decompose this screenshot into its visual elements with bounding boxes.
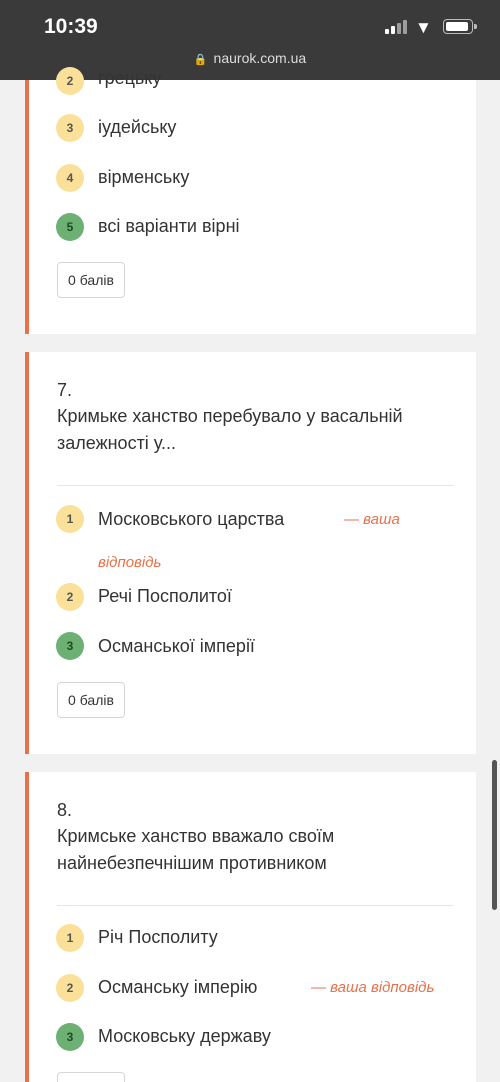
signal-icon bbox=[385, 20, 407, 34]
score-badge: 0 балів bbox=[57, 262, 125, 298]
battery-icon bbox=[443, 19, 477, 34]
option-badge: 2 bbox=[56, 583, 84, 611]
option-text: іудейську bbox=[98, 117, 177, 137]
wifi-icon: ▼ bbox=[415, 18, 432, 37]
score-badge: 0 балів bbox=[57, 682, 125, 718]
lock-icon: 🔒 bbox=[193, 54, 208, 66]
question-number: 8. bbox=[57, 800, 73, 820]
option-text: всі варіанти вірні bbox=[98, 216, 240, 236]
option-badge: 1 bbox=[56, 505, 84, 533]
option-text: грецьку bbox=[98, 68, 162, 88]
question-number: 7. bbox=[57, 380, 73, 400]
divider bbox=[57, 905, 454, 906]
scrollbar[interactable] bbox=[492, 760, 497, 910]
question-card-7: 7. Кримьке ханство перебувало у васальні… bbox=[25, 352, 476, 754]
option-text: Московського царства bbox=[98, 509, 285, 529]
your-answer-label: — ваша bbox=[344, 511, 400, 528]
question-text: Кримьке ханство перебувало у васальній з… bbox=[57, 406, 403, 453]
option-badge: 2 bbox=[56, 974, 84, 1002]
question-card-6: 2 грецьку 3 іудейську 4 вірменську 5 всі… bbox=[25, 67, 476, 334]
correct-option-badge: 3 bbox=[56, 632, 84, 660]
correct-option-badge: 3 bbox=[56, 1023, 84, 1051]
your-answer-label: — ваша відповідь bbox=[311, 979, 435, 996]
divider bbox=[57, 485, 454, 486]
option-text: вірменську bbox=[98, 167, 190, 187]
option-text: Османську імперію bbox=[98, 977, 258, 997]
option-badge: 3 bbox=[56, 114, 84, 142]
option-badge: 2 bbox=[56, 67, 84, 95]
option-text: Річ Посполиту bbox=[98, 927, 218, 947]
option-text: Московську державу bbox=[98, 1026, 271, 1046]
url-text: naurok.com.ua bbox=[213, 50, 307, 66]
question-text: Кримське ханство вважало своїм найнебезп… bbox=[57, 826, 335, 873]
correct-option-badge: 5 bbox=[56, 213, 84, 241]
option-badge: 1 bbox=[56, 924, 84, 952]
address-bar[interactable]: 🔒 naurok.com.ua bbox=[0, 50, 500, 66]
clock: 10:39 bbox=[44, 15, 98, 38]
option-text: Османської імперії bbox=[98, 636, 255, 656]
option-text: Речі Посполитої bbox=[98, 586, 232, 606]
option-badge: 4 bbox=[56, 164, 84, 192]
score-badge bbox=[57, 1072, 125, 1082]
your-answer-label-cont: відповідь bbox=[98, 554, 162, 571]
question-card-8: 8. Кримське ханство вважало своїм найнеб… bbox=[25, 772, 476, 1082]
